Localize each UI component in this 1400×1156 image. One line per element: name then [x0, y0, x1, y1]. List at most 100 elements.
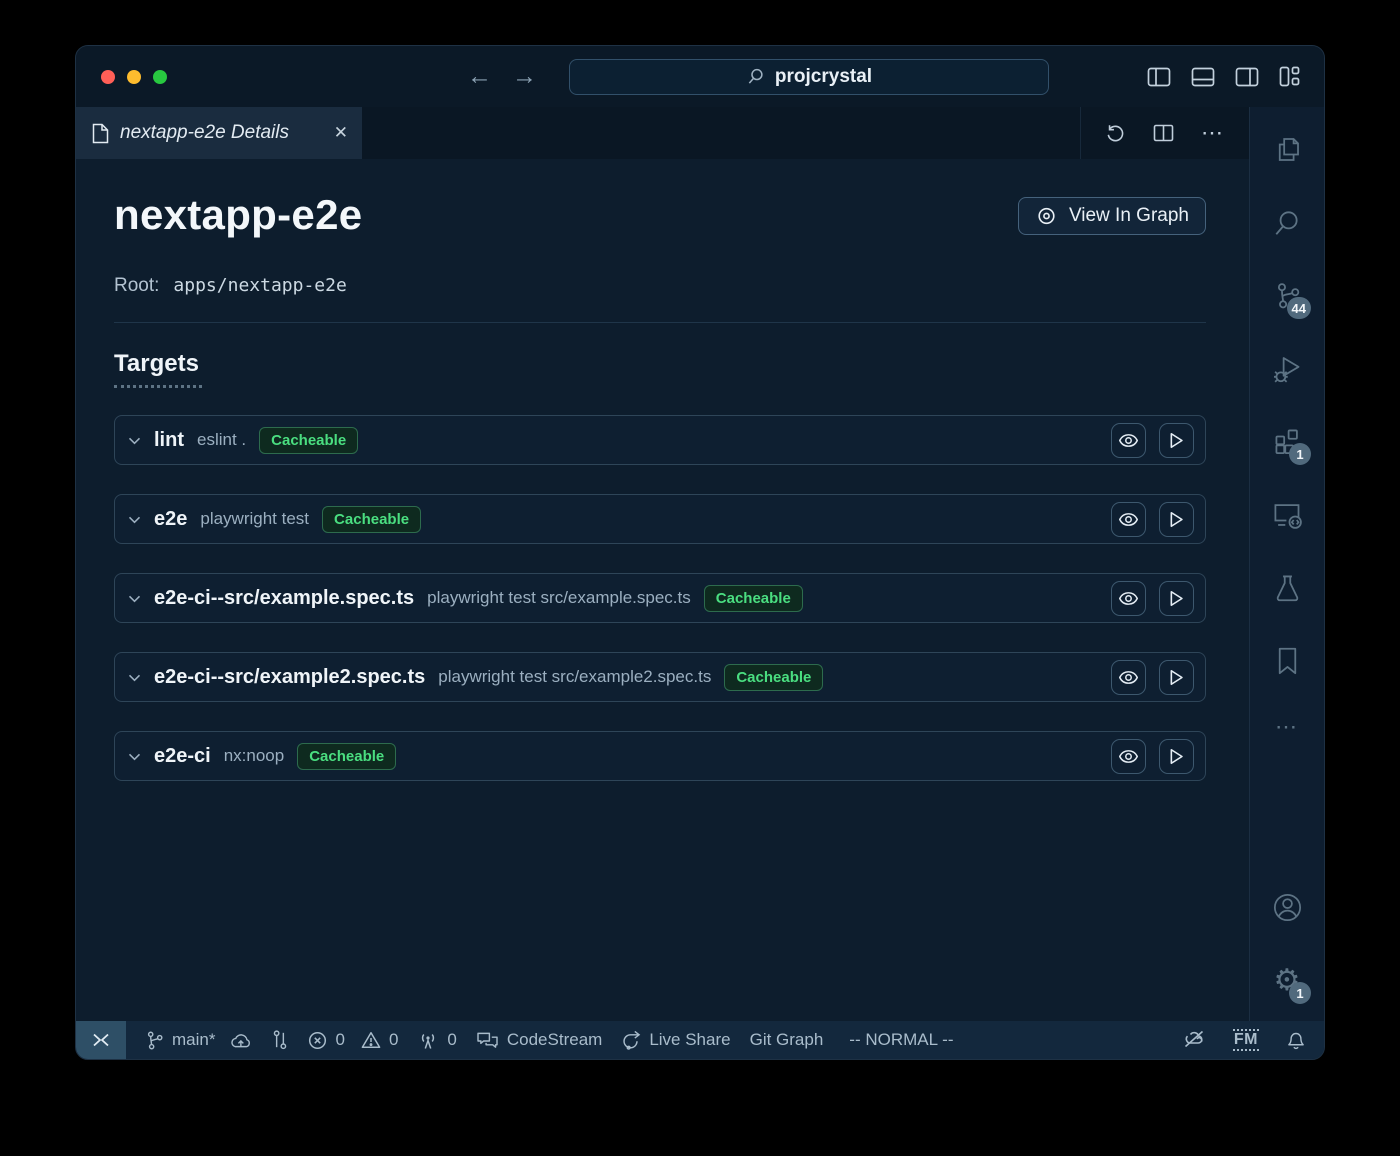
more-views-icon[interactable]: ⋯ — [1250, 697, 1324, 757]
page-title: nextapp-e2e — [114, 191, 362, 239]
eye-icon — [1118, 590, 1139, 607]
target-name: e2e — [154, 508, 187, 531]
tab-title: nextapp-e2e Details — [120, 122, 289, 144]
toggle-right-panel-icon[interactable] — [1235, 67, 1259, 87]
commit-graph-icon — [271, 1029, 289, 1051]
view-target-button[interactable] — [1111, 502, 1146, 537]
sidebar-item-testing[interactable] — [1250, 551, 1324, 624]
play-icon — [1169, 748, 1184, 765]
cacheable-badge: Cacheable — [297, 743, 396, 770]
file-icon — [92, 123, 109, 144]
git-graph-status-icon[interactable] — [271, 1029, 289, 1051]
debug-icon — [1272, 353, 1303, 384]
close-tab-icon[interactable]: ✕ — [334, 123, 348, 143]
root-path: apps/nextapp-e2e — [173, 275, 346, 296]
eye-icon — [1118, 669, 1139, 686]
live-share-label: Live Share — [649, 1030, 730, 1050]
play-icon — [1169, 511, 1184, 528]
sidebar-item-explorer[interactable] — [1250, 113, 1324, 186]
view-target-button[interactable] — [1111, 660, 1146, 695]
target-row-lint[interactable]: lint eslint . Cacheable — [114, 415, 1206, 465]
eye-target-icon — [1035, 207, 1058, 225]
tab-nextapp-e2e-details[interactable]: nextapp-e2e Details ✕ — [76, 107, 362, 159]
view-in-graph-label: View In Graph — [1069, 205, 1189, 227]
forward-button[interactable]: → — [512, 64, 537, 89]
chevron-down-icon[interactable] — [128, 437, 141, 445]
command-center-text: projcrystal — [775, 66, 872, 88]
view-target-button[interactable] — [1111, 423, 1146, 458]
project-details-view: nextapp-e2e View In Graph Root: apps/nex… — [76, 159, 1249, 1021]
root-label: Root: — [114, 275, 159, 297]
targets-underline — [114, 385, 202, 388]
broadcast-status[interactable]: 0 — [417, 1030, 456, 1050]
notifications-bell-icon[interactable] — [1286, 1029, 1306, 1051]
divider — [114, 322, 1206, 323]
error-count: 0 — [335, 1030, 344, 1050]
target-command: playwright test src/example2.spec.ts — [438, 667, 711, 687]
more-actions-icon[interactable]: ⋯ — [1201, 122, 1225, 144]
back-button[interactable]: ← — [467, 64, 492, 89]
target-command: playwright test — [200, 509, 309, 529]
close-window-button[interactable] — [101, 70, 115, 84]
sidebar-item-search[interactable] — [1250, 186, 1324, 259]
branch-name: main* — [172, 1030, 215, 1050]
eye-icon — [1118, 432, 1139, 449]
sidebar-item-extensions[interactable]: 1 — [1250, 405, 1324, 478]
target-name: e2e-ci — [154, 745, 211, 768]
account-icon[interactable] — [1250, 871, 1324, 944]
command-center[interactable]: projcrystal — [569, 59, 1049, 95]
maximize-window-button[interactable] — [153, 70, 167, 84]
play-icon — [1169, 432, 1184, 449]
target-name: e2e-ci--src/example2.spec.ts — [154, 666, 425, 689]
git-branch-status[interactable]: main* — [145, 1030, 252, 1051]
broadcast-count: 0 — [447, 1030, 456, 1050]
settings-gear-icon[interactable]: ⚙ 1 — [1250, 944, 1324, 1017]
run-target-button[interactable] — [1159, 660, 1194, 695]
run-target-button[interactable] — [1159, 502, 1194, 537]
problems-status[interactable]: 0 0 — [308, 1030, 398, 1050]
chevron-down-icon[interactable] — [128, 753, 141, 761]
target-row-e2e-ci[interactable]: e2e-ci nx:noop Cacheable — [114, 731, 1206, 781]
sidebar-item-source-control[interactable]: 44 — [1250, 259, 1324, 332]
run-target-button[interactable] — [1159, 739, 1194, 774]
sidebar-item-run-debug[interactable] — [1250, 332, 1324, 405]
customize-layout-icon[interactable] — [1279, 66, 1300, 87]
bookmark-icon — [1274, 646, 1301, 676]
titlebar: ← → projcrystal — [76, 46, 1324, 107]
sidebar-item-bookmarks[interactable] — [1250, 624, 1324, 697]
settings-badge: 1 — [1289, 982, 1311, 1004]
status-bar: main* 0 — [76, 1021, 1324, 1059]
chevron-down-icon[interactable] — [128, 595, 141, 603]
chevron-down-icon[interactable] — [128, 516, 141, 524]
run-target-button[interactable] — [1159, 423, 1194, 458]
target-name: e2e-ci--src/example.spec.ts — [154, 587, 414, 610]
minimize-window-button[interactable] — [127, 70, 141, 84]
codestream-status[interactable]: CodeStream — [476, 1030, 602, 1050]
toggle-left-panel-icon[interactable] — [1147, 67, 1171, 87]
editor-actions: ⋯ — [1080, 107, 1249, 159]
sidebar-item-remote-explorer[interactable] — [1250, 478, 1324, 551]
refresh-icon[interactable] — [1105, 123, 1126, 144]
vim-mode-indicator: -- NORMAL -- — [849, 1030, 953, 1050]
git-graph-label[interactable]: Git Graph — [750, 1030, 824, 1050]
run-target-button[interactable] — [1159, 581, 1194, 616]
tab-bar: nextapp-e2e Details ✕ — [76, 107, 1249, 159]
source-control-badge: 44 — [1287, 297, 1311, 319]
remote-indicator[interactable] — [76, 1021, 126, 1059]
broadcast-tower-icon — [417, 1031, 439, 1050]
live-share-status[interactable]: Live Share — [621, 1030, 730, 1051]
view-in-graph-button[interactable]: View In Graph — [1018, 197, 1206, 235]
play-icon — [1169, 669, 1184, 686]
view-target-button[interactable] — [1111, 739, 1146, 774]
publish-cloud-icon — [229, 1032, 252, 1049]
target-row-e2e-ci-example2[interactable]: e2e-ci--src/example2.spec.ts playwright … — [114, 652, 1206, 702]
target-row-e2e-ci-example[interactable]: e2e-ci--src/example.spec.ts playwright t… — [114, 573, 1206, 623]
cacheable-badge: Cacheable — [322, 506, 421, 533]
toggle-bottom-panel-icon[interactable] — [1191, 67, 1215, 87]
split-editor-icon[interactable] — [1153, 124, 1174, 142]
target-row-e2e[interactable]: e2e playwright test Cacheable — [114, 494, 1206, 544]
chevron-down-icon[interactable] — [128, 674, 141, 682]
fm-indicator[interactable]: FM — [1233, 1029, 1259, 1051]
view-target-button[interactable] — [1111, 581, 1146, 616]
cloud-offline-icon[interactable] — [1182, 1029, 1206, 1051]
